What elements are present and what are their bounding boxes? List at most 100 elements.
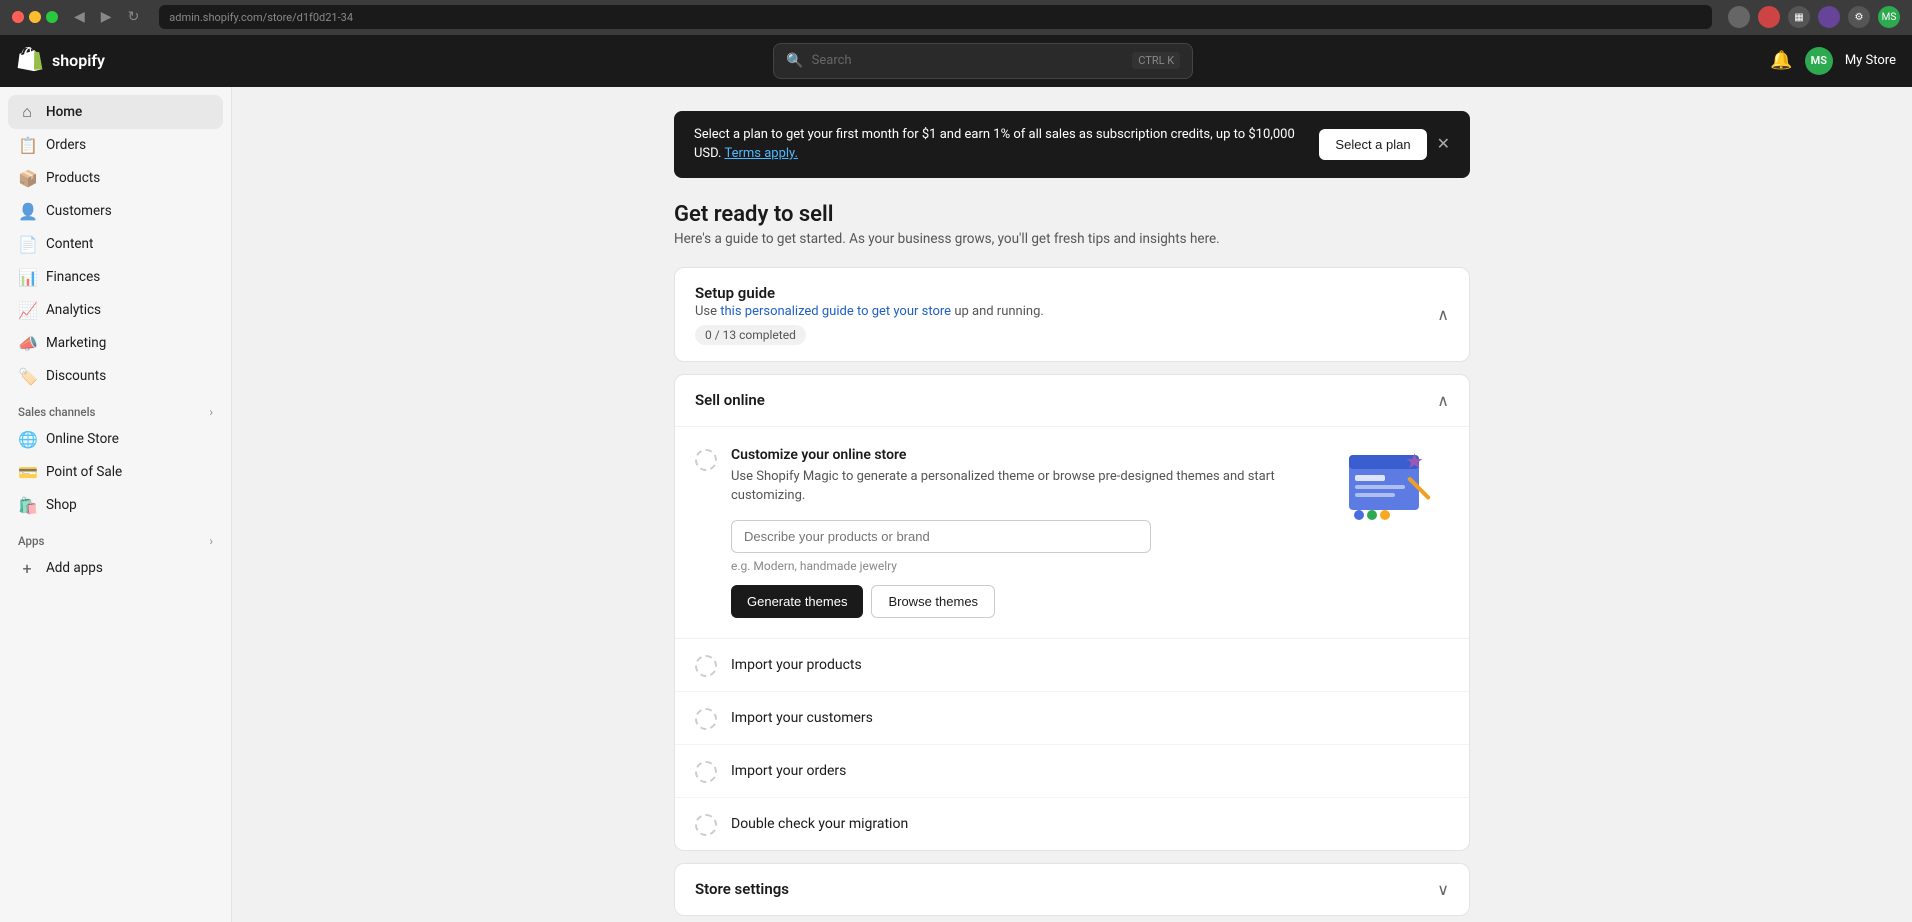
search-icon: 🔍	[786, 53, 803, 69]
double-check-migration-item[interactable]: Double check your migration	[675, 798, 1469, 850]
setup-guide-title: Setup guide	[695, 284, 1044, 302]
sidebar-item-label: Shop	[46, 497, 77, 513]
shopify-logo-icon	[16, 47, 44, 75]
sidebar-item-add-apps[interactable]: + Add apps	[8, 552, 223, 585]
sidebar-item-label: Home	[46, 104, 82, 120]
sidebar-item-shop[interactable]: 🛍️ Shop	[8, 489, 223, 522]
import-customers-label: Import your customers	[731, 710, 873, 726]
topbar-avatar: MS	[1805, 47, 1833, 75]
subtitle-prefix: Use	[695, 304, 720, 319]
online-store-icon: 🌐	[18, 430, 36, 449]
promo-text-1: Select a plan to get your first month fo…	[694, 127, 1248, 142]
import-orders-item[interactable]: Import your orders	[675, 745, 1469, 798]
store-settings-title: Store settings	[695, 880, 789, 898]
app-layout: ⌂ Home 📋 Orders 📦 Products 👤 Customers 📄	[0, 87, 1912, 922]
sidebar-item-content[interactable]: 📄 Content	[8, 228, 223, 261]
refresh-button[interactable]: ↻	[124, 7, 144, 27]
sidebar-item-label: Marketing	[46, 335, 106, 351]
input-hint: e.g. Modern, handmade jewelry	[731, 559, 1319, 573]
brand-description-input[interactable]	[731, 520, 1151, 553]
sales-channels-header: Sales channels ›	[8, 393, 223, 423]
sidebar-nav: ⌂ Home 📋 Orders 📦 Products 👤 Customers 📄	[0, 87, 231, 593]
setup-guide-header[interactable]: Setup guide Use this personalized guide …	[675, 268, 1469, 361]
sidebar-item-label: Finances	[46, 269, 100, 285]
setup-guide-link[interactable]: this personalized guide to get your stor…	[720, 304, 951, 319]
forward-button[interactable]: ▶	[97, 7, 116, 27]
finances-icon: 📊	[18, 268, 36, 287]
store-settings-section: Store settings ∨	[674, 863, 1470, 916]
sidebar-item-orders[interactable]: 📋 Orders	[8, 129, 223, 162]
sidebar-item-label: Products	[46, 170, 100, 186]
sidebar-item-analytics[interactable]: 📈 Analytics	[8, 294, 223, 327]
promo-banner-actions: Select a plan ✕	[1319, 129, 1450, 160]
sidebar-item-online-store[interactable]: 🌐 Online Store	[8, 423, 223, 456]
customize-content: Customize your online store Use Shopify …	[731, 447, 1319, 618]
import-products-item[interactable]: Import your products	[675, 639, 1469, 692]
apps-label: Apps	[18, 534, 44, 548]
progress-badge: 0 / 13 completed	[695, 325, 806, 345]
banner-close-button[interactable]: ✕	[1437, 134, 1450, 154]
close-dot[interactable]	[12, 11, 24, 23]
user-avatar-browser: MS	[1878, 6, 1900, 28]
theme-illustration	[1339, 447, 1449, 527]
double-check-label: Double check your migration	[731, 816, 908, 832]
setup-guide-left: Setup guide Use this personalized guide …	[695, 284, 1044, 345]
topbar-logo: shopify	[16, 47, 196, 75]
step-circle-5	[695, 814, 717, 836]
sidebar-item-marketing[interactable]: 📣 Marketing	[8, 327, 223, 360]
generate-themes-button[interactable]: Generate themes	[731, 585, 863, 618]
store-settings-header[interactable]: Store settings ∨	[675, 864, 1469, 915]
sell-online-chevron: ∧	[1437, 391, 1449, 410]
terms-link[interactable]: Terms apply.	[724, 146, 798, 161]
apps-chevron[interactable]: ›	[209, 534, 213, 548]
sidebar-item-customers[interactable]: 👤 Customers	[8, 195, 223, 228]
import-orders-label: Import your orders	[731, 763, 846, 779]
topbar: shopify 🔍 Search CTRL K 🔔 MS My Store	[0, 35, 1912, 87]
theme-illustration-svg	[1339, 447, 1449, 527]
sidebar-item-discounts[interactable]: 🏷️ Discounts	[8, 360, 223, 393]
sidebar-item-label: Add apps	[46, 560, 103, 576]
shopify-brand-text: shopify	[52, 51, 105, 70]
search-shortcut: CTRL K	[1132, 52, 1180, 69]
minimize-dot[interactable]	[29, 11, 41, 23]
sidebar-item-point-of-sale[interactable]: 💳 Point of Sale	[8, 456, 223, 489]
pos-icon: 💳	[18, 463, 36, 482]
url-bar[interactable]: admin.shopify.com/store/d1f0d21-34	[159, 5, 1712, 29]
analytics-icon: 📈	[18, 301, 36, 320]
sidebar-item-home[interactable]: ⌂ Home	[8, 95, 223, 129]
import-products-label: Import your products	[731, 657, 862, 673]
sidebar-item-products[interactable]: 📦 Products	[8, 162, 223, 195]
customize-desc: Use Shopify Magic to generate a personal…	[731, 467, 1319, 506]
select-plan-button[interactable]: Select a plan	[1319, 129, 1426, 160]
apps-header: Apps ›	[8, 522, 223, 552]
search-placeholder: Search	[812, 53, 1125, 68]
topbar-right: 🔔 MS My Store	[1770, 47, 1896, 75]
sidebar-item-finances[interactable]: 📊 Finances	[8, 261, 223, 294]
app-frame: shopify 🔍 Search CTRL K 🔔 MS My Store	[0, 35, 1912, 922]
sell-online-header[interactable]: Sell online ∧	[675, 375, 1469, 427]
sales-channels-chevron[interactable]: ›	[209, 405, 213, 419]
profile-icon-1	[1728, 6, 1750, 28]
page-content: Select a plan to get your first month fo…	[642, 87, 1502, 922]
browse-themes-button[interactable]: Browse themes	[871, 585, 995, 618]
back-button[interactable]: ◀	[70, 7, 89, 27]
search-bar[interactable]: 🔍 Search CTRL K	[773, 43, 1193, 79]
settings-icon[interactable]: ⚙	[1848, 6, 1870, 28]
topbar-search: 🔍 Search CTRL K	[196, 43, 1770, 79]
fullscreen-dot[interactable]	[46, 11, 58, 23]
sidebar-item-label: Customers	[46, 203, 112, 219]
notification-icon[interactable]: 🔔	[1770, 50, 1792, 71]
main-content: Select a plan to get your first month fo…	[232, 87, 1912, 922]
page-header: Get ready to sell Here's a guide to get …	[674, 202, 1470, 247]
customers-icon: 👤	[18, 202, 36, 221]
sidebar-item-label: Orders	[46, 137, 86, 153]
import-customers-item[interactable]: Import your customers	[675, 692, 1469, 745]
customize-title: Customize your online store	[731, 447, 1319, 463]
setup-guide-card: Setup guide Use this personalized guide …	[674, 267, 1470, 362]
sidebar-item-label: Point of Sale	[46, 464, 122, 480]
sell-online-title: Sell online	[695, 391, 765, 409]
browser-dots	[12, 11, 58, 23]
content-icon: 📄	[18, 235, 36, 254]
subtitle-suffix: up and running.	[954, 304, 1044, 319]
home-icon: ⌂	[18, 102, 36, 122]
